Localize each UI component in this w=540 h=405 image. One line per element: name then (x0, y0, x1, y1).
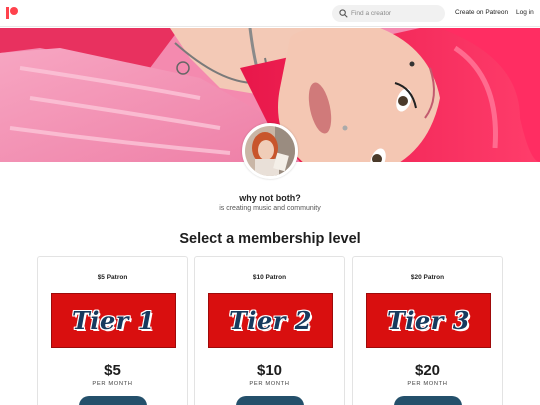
tier-period: PER MONTH (249, 381, 290, 387)
creator-name: why not both? (239, 193, 301, 203)
search-box[interactable] (332, 5, 445, 22)
search-icon (339, 9, 348, 18)
create-on-patreon-link[interactable]: Create on Patreon (455, 9, 508, 16)
tier-card: $20 Patron Tier 3 $20 PER MONTH (352, 256, 503, 405)
top-bar: Create on Patreon Log in (0, 0, 540, 27)
login-link[interactable]: Log in (516, 9, 534, 16)
tier-name: $20 Patron (410, 274, 445, 281)
tier-banner-image: Tier 3 (366, 293, 491, 348)
tier-name: $5 Patron (97, 274, 128, 281)
membership-section-title: Select a membership level (179, 231, 361, 247)
creator-avatar[interactable] (242, 123, 298, 179)
creator-description: is creating music and community (219, 205, 321, 212)
join-tier-button[interactable] (79, 396, 147, 405)
join-tier-button[interactable] (236, 396, 304, 405)
tier-period: PER MONTH (92, 381, 133, 387)
tier-banner-image: Tier 2 (208, 293, 333, 348)
tier-banner-image: Tier 1 (51, 293, 176, 348)
tier-card: $10 Patron Tier 2 $10 PER MONTH (194, 256, 345, 405)
tier-price: $20 (414, 362, 441, 379)
join-tier-button[interactable] (394, 396, 462, 405)
search-input[interactable] (351, 6, 441, 21)
tier-price: $10 (256, 362, 283, 379)
patreon-logo-icon[interactable] (6, 7, 18, 19)
tier-name: $10 Patron (252, 274, 287, 281)
tier-card: $5 Patron Tier 1 $5 PER MONTH (37, 256, 188, 405)
tier-price: $5 (104, 362, 121, 379)
tier-period: PER MONTH (407, 381, 448, 387)
